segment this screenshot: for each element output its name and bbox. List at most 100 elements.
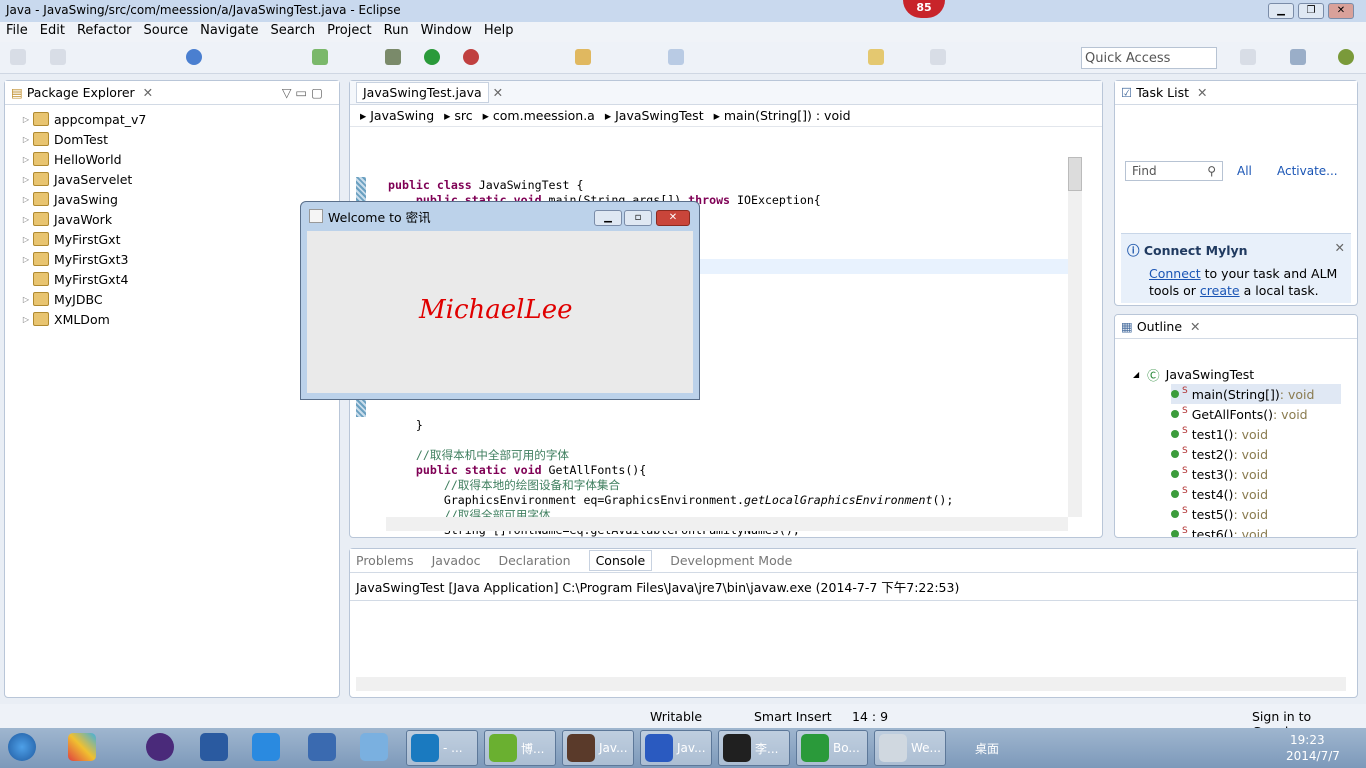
project-item[interactable]: ▷ DomTest <box>19 129 339 149</box>
taskbar-window-button[interactable]: - ... <box>406 730 478 766</box>
globe-icon[interactable] <box>186 49 202 65</box>
project-item[interactable]: ▷ JavaWork <box>19 209 339 229</box>
tab-development-mode[interactable]: Development Mode <box>670 553 792 568</box>
cloud-icon[interactable] <box>252 733 280 761</box>
outline-class-node[interactable]: ◢ Ⓒ JavaSwingTest <box>1133 365 1254 384</box>
expand-arrow-icon[interactable]: ▷ <box>19 235 33 244</box>
expand-arrow-icon[interactable]: ▷ <box>19 315 33 324</box>
menu-project[interactable]: Project <box>321 22 377 42</box>
external-tools-icon[interactable] <box>463 49 479 65</box>
media-player-icon[interactable] <box>200 733 228 761</box>
vertical-scrollbar[interactable] <box>1068 157 1082 517</box>
close-icon[interactable]: ✕ <box>1197 85 1207 100</box>
breadcrumb-item[interactable]: ▸ JavaSwing <box>360 108 434 123</box>
outline-member[interactable]: Smain(String[]) : void <box>1171 384 1341 404</box>
close-icon[interactable]: ✕ <box>1190 319 1200 334</box>
project-item[interactable]: ▷ JavaSwing <box>19 189 339 209</box>
close-icon[interactable]: ✕ <box>493 85 503 100</box>
google-icon[interactable] <box>1338 49 1354 65</box>
taskbar-window-button[interactable]: Jav... <box>562 730 634 766</box>
forward-icon[interactable] <box>930 49 946 65</box>
toggle-mark-icon[interactable] <box>668 49 684 65</box>
close-icon[interactable]: ✕ <box>143 85 153 100</box>
taskbar-window-button[interactable]: Bo... <box>796 730 868 766</box>
outline-member[interactable]: Stest5() : void <box>1171 504 1341 524</box>
ie-icon[interactable] <box>308 733 336 761</box>
start-button[interactable] <box>8 733 36 761</box>
project-item[interactable]: ▷ JavaServelet <box>19 169 339 189</box>
run-icon[interactable] <box>424 49 440 65</box>
project-item[interactable]: ▷ XMLDom <box>19 309 339 329</box>
project-item[interactable]: ▷ HelloWorld <box>19 149 339 169</box>
close-icon[interactable]: ✕ <box>1335 240 1345 255</box>
expand-arrow-icon[interactable]: ▷ <box>19 295 33 304</box>
tab-declaration[interactable]: Declaration <box>498 553 570 568</box>
project-item[interactable]: ▷ MyFirstGxt3 <box>19 249 339 269</box>
swing-close-button[interactable]: ✕ <box>656 210 690 226</box>
console-horizontal-scrollbar[interactable] <box>356 677 1346 691</box>
save-icon[interactable] <box>50 49 66 65</box>
outline-tab[interactable]: ▦ Outline ✕ <box>1115 315 1357 339</box>
expand-arrow-icon[interactable]: ▷ <box>19 195 33 204</box>
menu-source[interactable]: Source <box>138 22 195 42</box>
tab-console[interactable]: Console <box>588 550 653 571</box>
project-item[interactable]: ▷ appcompat_v7 <box>19 109 339 129</box>
breadcrumb-item[interactable]: ▸ JavaSwingTest <box>605 108 704 123</box>
editor-tab[interactable]: JavaSwingTest.java ✕ <box>350 81 1102 105</box>
back-icon[interactable] <box>868 49 884 65</box>
outline-member[interactable]: Stest1() : void <box>1171 424 1341 444</box>
package-explorer-tab[interactable]: ▤ Package Explorer ✕ ▽ ▭ ▢ <box>5 81 339 105</box>
expand-arrow-icon[interactable]: ▷ <box>19 155 33 164</box>
breadcrumb-item[interactable]: ▸ src <box>444 108 473 123</box>
menu-edit[interactable]: Edit <box>34 22 71 42</box>
menu-refactor[interactable]: Refactor <box>71 22 138 42</box>
java-perspective-icon[interactable] <box>1290 49 1306 65</box>
horizontal-scrollbar[interactable] <box>386 517 1068 531</box>
connect-link[interactable]: Connect <box>1149 266 1201 281</box>
swing-maximize-button[interactable]: ▫ <box>624 210 652 226</box>
outline-member[interactable]: Stest6() : void <box>1171 524 1341 537</box>
expand-arrow-icon[interactable]: ▷ <box>19 255 33 264</box>
project-item[interactable]: ▷ MyFirstGxt <box>19 229 339 249</box>
expand-arrow-icon[interactable]: ▷ <box>19 215 33 224</box>
breadcrumb-item[interactable]: ▸ com.meession.a <box>483 108 595 123</box>
menu-help[interactable]: Help <box>478 22 520 42</box>
collapse-arrow-icon[interactable]: ◢ <box>1133 370 1139 379</box>
swing-window[interactable]: Welcome to 密讯 ▁ ▫ ✕ MichaelLee <box>300 201 700 400</box>
clock-date[interactable]: 2014/7/7 <box>1286 749 1340 763</box>
all-link[interactable]: All <box>1237 164 1252 178</box>
task-find-input[interactable]: Find ⚲ <box>1125 161 1223 181</box>
taskbar-window-button[interactable]: Jav... <box>640 730 712 766</box>
minimize-button[interactable]: ▁ <box>1268 3 1294 19</box>
outline-member[interactable]: Stest3() : void <box>1171 464 1341 484</box>
tab-problems[interactable]: Problems <box>356 553 414 568</box>
task-icon[interactable] <box>312 49 328 65</box>
menu-search[interactable]: Search <box>264 22 321 42</box>
desktop-toolbar[interactable]: 桌面 <box>975 740 999 757</box>
expand-arrow-icon[interactable]: ▷ <box>19 115 33 124</box>
tab-javadoc[interactable]: Javadoc <box>432 553 481 568</box>
quick-access-input[interactable]: Quick Access <box>1081 47 1217 69</box>
create-link[interactable]: create <box>1200 283 1240 298</box>
outline-member[interactable]: Stest2() : void <box>1171 444 1341 464</box>
swing-minimize-button[interactable]: ▁ <box>594 210 622 226</box>
menu-run[interactable]: Run <box>378 22 415 42</box>
open-perspective-icon[interactable] <box>1240 49 1256 65</box>
eclipse-icon[interactable] <box>146 733 174 761</box>
outline-member[interactable]: S GetAllFonts() : void <box>1171 404 1341 424</box>
taskbar-window-button[interactable]: 李... <box>718 730 790 766</box>
task-list-tab[interactable]: ☑ Task List ✕ <box>1115 81 1357 105</box>
menu-window[interactable]: Window <box>415 22 478 42</box>
taskbar-window-button[interactable]: We... <box>874 730 946 766</box>
project-item[interactable]: ▷ MyJDBC <box>19 289 339 309</box>
close-button[interactable]: ✕ <box>1328 3 1354 19</box>
minimize-maximize-icons[interactable]: ▽ ▭ ▢ <box>282 85 323 100</box>
expand-arrow-icon[interactable]: ▷ <box>19 135 33 144</box>
outline-member[interactable]: Stest4() : void <box>1171 484 1341 504</box>
project-item[interactable]: MyFirstGxt4 <box>19 269 339 289</box>
clock-time[interactable]: 19:23 <box>1290 733 1325 747</box>
taskbar-window-button[interactable]: 博... <box>484 730 556 766</box>
breadcrumb-item[interactable]: ▸ main(String[]) : void <box>714 108 851 123</box>
open-folder-icon[interactable] <box>575 49 591 65</box>
plane-icon[interactable] <box>360 733 388 761</box>
